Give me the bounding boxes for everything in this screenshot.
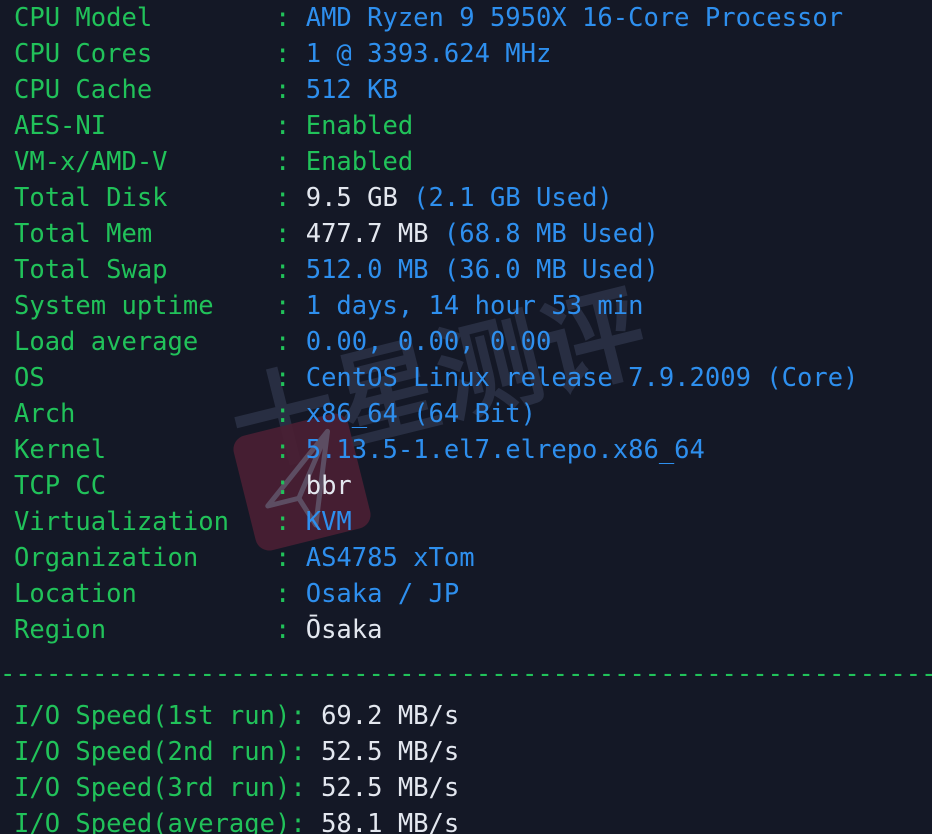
- info-row-colon: :: [275, 183, 306, 213]
- info-row-value: 69.2 MB/s: [321, 701, 460, 731]
- info-row: Virtualization : KVM: [0, 504, 932, 540]
- info-row-value: 9.5 GB: [305, 183, 398, 213]
- info-row-value: AMD Ryzen 9 5950X 16-Core Processor: [305, 3, 844, 33]
- info-row-label: Virtualization: [14, 507, 275, 537]
- info-row-value: bbr: [305, 471, 352, 501]
- info-row: CPU Model : AMD Ryzen 9 5950X 16-Core Pr…: [0, 0, 932, 36]
- info-row-label: Total Swap: [14, 255, 275, 285]
- info-row: OS : CentOS Linux release 7.9.2009 (Core…: [0, 360, 932, 396]
- info-row-colon: :: [290, 809, 322, 834]
- spacer-above-separator: [0, 648, 932, 657]
- info-row-colon: :: [275, 255, 306, 285]
- info-row: I/O Speed(1st run): 69.2 MB/s: [0, 698, 932, 734]
- info-row: Total Swap : 512.0 MB (36.0 MB Used): [0, 252, 932, 288]
- info-row-label: I/O Speed(1st run): [14, 701, 291, 731]
- info-row-colon: :: [275, 615, 306, 645]
- info-row-label: Region: [14, 615, 275, 645]
- info-row-value: CentOS Linux release 7.9.2009 (Core): [305, 363, 859, 393]
- info-row-value: Enabled: [305, 147, 414, 177]
- terminal-output: CPU Model : AMD Ryzen 9 5950X 16-Core Pr…: [0, 0, 932, 834]
- info-row-label: Organization: [14, 543, 275, 573]
- system-info-block: CPU Model : AMD Ryzen 9 5950X 16-Core Pr…: [0, 0, 932, 648]
- info-row-label: Total Disk: [14, 183, 275, 213]
- info-row-colon: :: [275, 219, 306, 249]
- info-row-label: TCP CC: [14, 471, 275, 501]
- info-row-colon: :: [290, 773, 322, 803]
- info-row-label: CPU Cache: [14, 75, 275, 105]
- info-row-value: 1 days, 14 hour 53 min: [305, 291, 644, 321]
- spacer-below-separator: [0, 691, 932, 698]
- info-row-value: 58.1 MB/s: [321, 809, 460, 834]
- info-row-value: KVM: [305, 507, 352, 537]
- info-row: VM-x/AMD-V : Enabled: [0, 144, 932, 180]
- info-row-value: 5.13.5-1.el7.elrepo.x86_64: [305, 435, 705, 465]
- info-row: Load average : 0.00, 0.00, 0.00: [0, 324, 932, 360]
- info-row-value: 0.00, 0.00, 0.00: [305, 327, 552, 357]
- info-row-value: Osaka / JP: [305, 579, 460, 609]
- info-row-label: OS: [14, 363, 275, 393]
- info-row-colon: :: [275, 291, 306, 321]
- info-row-value: x86_64 (64 Bit): [305, 399, 537, 429]
- info-row: TCP CC : bbr: [0, 468, 932, 504]
- info-row-value: 477.7 MB: [305, 219, 429, 249]
- info-row: CPU Cores : 1 @ 3393.624 MHz: [0, 36, 932, 72]
- info-row-label: I/O Speed(3rd run): [14, 773, 291, 803]
- info-row-value: 1 @ 3393.624 MHz: [305, 39, 552, 69]
- info-row-label: System uptime: [14, 291, 275, 321]
- info-row-label: AES-NI: [14, 111, 275, 141]
- info-row-colon: :: [275, 327, 306, 357]
- info-row: AES-NI : Enabled: [0, 108, 932, 144]
- info-row-value-extra: (68.8 MB Used): [428, 219, 659, 249]
- info-row-colon: :: [275, 507, 306, 537]
- info-row-value-extra: (2.1 GB Used): [397, 183, 613, 213]
- info-row-value: 512.0 MB (36.0 MB Used): [305, 255, 659, 285]
- info-row-label: Load average: [14, 327, 275, 357]
- info-row-value: AS4785 xTom: [305, 543, 475, 573]
- info-row-label: Location: [14, 579, 275, 609]
- info-row-colon: :: [275, 111, 306, 141]
- info-row: CPU Cache : 512 KB: [0, 72, 932, 108]
- info-row: I/O Speed(2nd run): 52.5 MB/s: [0, 734, 932, 770]
- info-row-colon: :: [275, 147, 306, 177]
- info-row-label: I/O Speed(2nd run): [14, 737, 291, 767]
- info-row-colon: :: [275, 399, 306, 429]
- info-row: Kernel : 5.13.5-1.el7.elrepo.x86_64: [0, 432, 932, 468]
- info-row-colon: :: [275, 579, 306, 609]
- info-row-label: Total Mem: [14, 219, 275, 249]
- info-row-colon: :: [290, 737, 322, 767]
- info-row: Organization : AS4785 xTom: [0, 540, 932, 576]
- info-row-colon: :: [275, 75, 306, 105]
- io-speed-block: I/O Speed(1st run): 69.2 MB/s I/O Speed(2…: [0, 698, 932, 834]
- info-row: Location : Osaka / JP: [0, 576, 932, 612]
- info-row: Total Mem : 477.7 MB (68.8 MB Used): [0, 216, 932, 252]
- info-row-colon: :: [290, 701, 322, 731]
- info-row-colon: :: [275, 543, 306, 573]
- info-row-value: Ōsaka: [305, 615, 383, 645]
- terminal-window: 十星测评 CPU Model : AMD Ryzen 9 5950X 16-Co…: [0, 0, 932, 834]
- info-row-colon: :: [275, 471, 306, 501]
- info-row-label: Arch: [14, 399, 275, 429]
- info-row-label: VM-x/AMD-V: [14, 147, 275, 177]
- info-row-value: 512 KB: [305, 75, 398, 105]
- info-row: Total Disk : 9.5 GB (2.1 GB Used): [0, 180, 932, 216]
- info-row: I/O Speed(average): 58.1 MB/s: [0, 806, 932, 834]
- info-row-colon: :: [275, 39, 306, 69]
- info-row-value: 52.5 MB/s: [321, 737, 460, 767]
- info-row-label: CPU Model: [14, 3, 275, 33]
- info-row-colon: :: [275, 363, 306, 393]
- info-row-value: Enabled: [305, 111, 414, 141]
- info-row-label: CPU Cores: [14, 39, 275, 69]
- info-row: I/O Speed(3rd run): 52.5 MB/s: [0, 770, 932, 806]
- info-row: Arch : x86_64 (64 Bit): [0, 396, 932, 432]
- info-row-colon: :: [275, 435, 306, 465]
- info-row: System uptime : 1 days, 14 hour 53 min: [0, 288, 932, 324]
- info-row-label: Kernel: [14, 435, 275, 465]
- info-row: Region : Ōsaka: [0, 612, 932, 648]
- info-row-label: I/O Speed(average): [14, 809, 291, 834]
- separator-line: ----------------------------------------…: [0, 659, 932, 689]
- info-row-colon: :: [275, 3, 306, 33]
- info-row-value: 52.5 MB/s: [321, 773, 460, 803]
